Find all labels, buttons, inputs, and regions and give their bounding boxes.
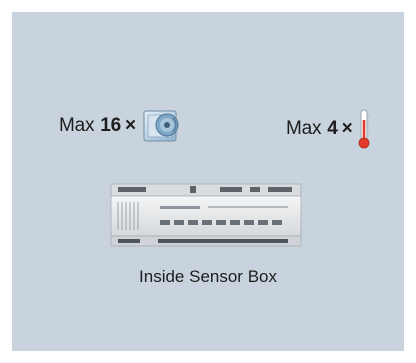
room-sensor-icon bbox=[140, 108, 190, 144]
din-rail-controller-icon bbox=[108, 182, 304, 248]
temperature-sensor-spec: Max 4 × bbox=[286, 108, 371, 150]
max-label: Max bbox=[59, 115, 95, 136]
temperature-sensor-count: 4 bbox=[327, 118, 338, 139]
diagram-panel: Max 16 × Max 4 × Inside Sensor Box bbox=[12, 12, 404, 351]
multiply-sign: × bbox=[125, 115, 136, 136]
thermometer-icon bbox=[357, 108, 371, 150]
room-sensor-count: 16 bbox=[100, 115, 122, 136]
device-caption: Inside Sensor Box bbox=[139, 267, 277, 286]
max-label: Max bbox=[286, 118, 322, 139]
multiply-sign: × bbox=[341, 118, 353, 139]
room-sensor-spec: Max 16 × bbox=[59, 108, 190, 144]
